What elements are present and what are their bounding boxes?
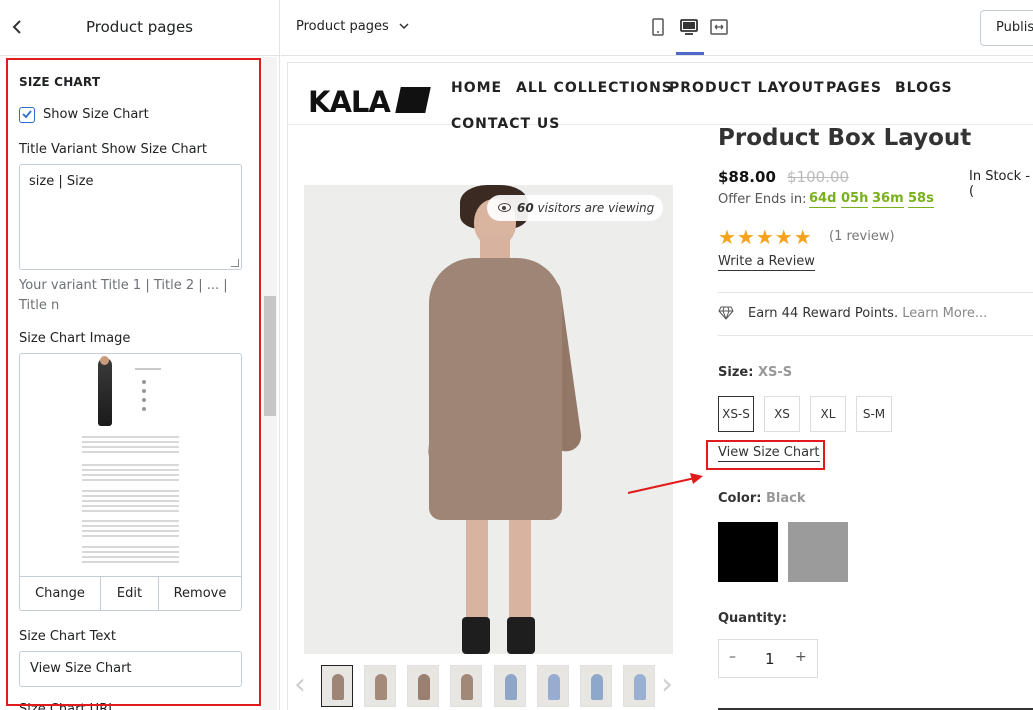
- color-swatch-grey[interactable]: [788, 522, 848, 582]
- color-selected-value: Black: [766, 491, 806, 506]
- thumbnail[interactable]: [580, 665, 612, 707]
- visitors-text: visitors are viewing: [537, 201, 655, 215]
- nav-item-contact-us[interactable]: CONTACT US: [451, 116, 560, 132]
- logo-badge-icon: [395, 87, 431, 113]
- store-logo[interactable]: KALA: [308, 85, 391, 119]
- nav-item-pages[interactable]: PAGES: [826, 80, 882, 96]
- thumbnail[interactable]: [537, 665, 569, 707]
- reward-text: Earn 44 Reward Points.: [748, 306, 899, 321]
- size-selected-value: XS-S: [757, 365, 793, 380]
- chevron-left-icon[interactable]: ‹: [294, 667, 306, 702]
- quantity-plus-button[interactable]: +: [795, 649, 807, 665]
- color-swatch-black[interactable]: [718, 522, 778, 582]
- thumbnail-strip: ‹ ›: [288, 664, 688, 710]
- timer-days: 64d: [809, 191, 837, 208]
- diamond-icon: [718, 305, 734, 321]
- timer-minutes: 36m: [872, 191, 904, 208]
- nav-item-blogs[interactable]: BLOGS: [895, 80, 953, 96]
- page-select-label: Product pages: [296, 19, 389, 34]
- review-count[interactable]: (1 review): [829, 229, 895, 244]
- thumbnail[interactable]: [364, 665, 396, 707]
- color-label: Color:: [718, 491, 762, 506]
- thumbnail[interactable]: [407, 665, 439, 707]
- sidebar-title: Product pages: [86, 18, 193, 36]
- timer-seconds: 58s: [908, 191, 934, 208]
- quantity-stepper: – 1 +: [718, 639, 818, 678]
- editor-topbar: Product pages Publis: [281, 0, 1033, 56]
- size-option-xl[interactable]: XL: [810, 396, 846, 432]
- theme-editor-sidebar: Product pages SIZE CHART Show Size Chart…: [0, 0, 280, 710]
- page-select-dropdown[interactable]: Product pages: [296, 19, 409, 34]
- write-review-link[interactable]: Write a Review: [718, 254, 815, 271]
- logo-text: KALA: [308, 85, 391, 119]
- highlight-box: [706, 440, 825, 470]
- publish-button[interactable]: Publis: [980, 10, 1033, 46]
- divider: [718, 335, 1033, 336]
- product-title: Product Box Layout: [718, 125, 972, 151]
- fullscreen-icon[interactable]: [708, 16, 730, 38]
- learn-more-link[interactable]: Learn More...: [902, 306, 987, 321]
- thumbnail[interactable]: [623, 665, 655, 707]
- offer-label: Offer Ends in:: [718, 192, 807, 207]
- sidebar-header: Product pages: [0, 0, 279, 56]
- thumbnail[interactable]: [494, 665, 526, 707]
- timer-hours: 05h: [841, 191, 869, 208]
- product-price: $88.00: [718, 168, 776, 186]
- desktop-icon[interactable]: [678, 16, 700, 38]
- reward-points: Earn 44 Reward Points. Learn More...: [748, 306, 987, 321]
- nav-item-product-layout[interactable]: PRODUCT LAYOUT: [669, 80, 825, 96]
- stock-status: In Stock - (: [969, 169, 1031, 199]
- nav-item-all-collections[interactable]: ALL COLLECTIONS: [516, 80, 673, 96]
- size-option-xs[interactable]: XS: [764, 396, 800, 432]
- store-header: KALA HOME ALL COLLECTIONS PRODUCT LAYOUT…: [288, 63, 1033, 132]
- nav-item-home[interactable]: HOME: [451, 80, 502, 96]
- chevron-down-icon: [399, 23, 409, 30]
- size-option-s-m[interactable]: S-M: [856, 396, 892, 432]
- active-view-indicator: [676, 52, 704, 55]
- highlight-box: [6, 58, 261, 706]
- visitors-badge: 60 visitors are viewing: [487, 195, 663, 221]
- size-option-label: Size: XS-S: [718, 365, 792, 380]
- product-main-image[interactable]: 60 visitors are viewing: [304, 185, 673, 654]
- eye-icon: [498, 203, 511, 212]
- size-label: Size:: [718, 365, 754, 380]
- store-preview: KALA HOME ALL COLLECTIONS PRODUCT LAYOUT…: [287, 62, 1033, 710]
- compare-price: $100.00: [787, 168, 850, 186]
- thumbnail[interactable]: [321, 665, 353, 707]
- chevron-right-icon[interactable]: ›: [661, 667, 673, 702]
- size-option-xs-s[interactable]: XS-S: [718, 396, 754, 432]
- mobile-icon[interactable]: [647, 16, 669, 38]
- color-option-label: Color: Black: [718, 491, 806, 506]
- rating-stars: ★★★★★: [718, 225, 813, 249]
- quantity-value[interactable]: 1: [765, 650, 775, 668]
- thumbnail[interactable]: [450, 665, 482, 707]
- quantity-minus-button[interactable]: –: [729, 649, 736, 665]
- visitors-count: 60: [517, 201, 534, 215]
- quantity-label: Quantity:: [718, 611, 787, 626]
- divider: [718, 292, 1033, 293]
- sidebar-scrollbar-thumb[interactable]: [264, 296, 276, 416]
